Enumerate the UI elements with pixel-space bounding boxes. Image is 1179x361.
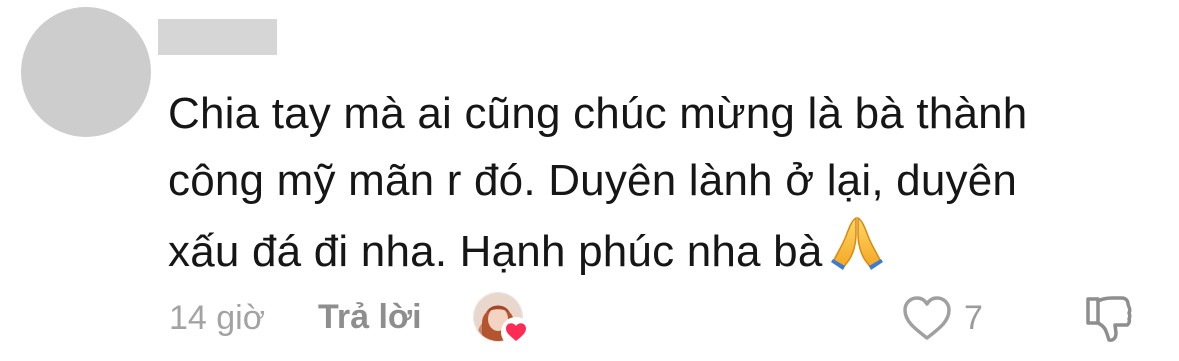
comment-line-2: công mỹ mãn r đó. Duyên lành ở lại, duyê… [168, 156, 1018, 205]
comment-text: Chia tay mà ai cũng chúc mừng là bà thàn… [168, 80, 1128, 291]
heart-filled-icon [501, 317, 531, 347]
comment-line-3: xấu đá đi nha. Hạnh phúc nha bà [168, 214, 1128, 291]
reply-button[interactable]: Trả lời [318, 298, 422, 337]
commenter-avatar[interactable] [21, 7, 151, 137]
creator-liked-badge [473, 292, 531, 347]
comment-line-1: Chia tay mà ai cũng chúc mừng là bà thàn… [168, 89, 1028, 138]
comment-line-3-text: xấu đá đi nha. Hạnh phúc nha bà [168, 227, 823, 276]
thumbs-down-icon[interactable] [1082, 293, 1134, 345]
comment-footer: 14 giờ Trả lời 7 [0, 290, 1179, 350]
like-count: 7 [964, 299, 983, 337]
username-redacted[interactable] [158, 19, 277, 55]
folded-hands-emoji-icon [829, 214, 885, 291]
heart-outline-icon[interactable] [901, 294, 953, 342]
timestamp: 14 giờ [169, 299, 266, 337]
